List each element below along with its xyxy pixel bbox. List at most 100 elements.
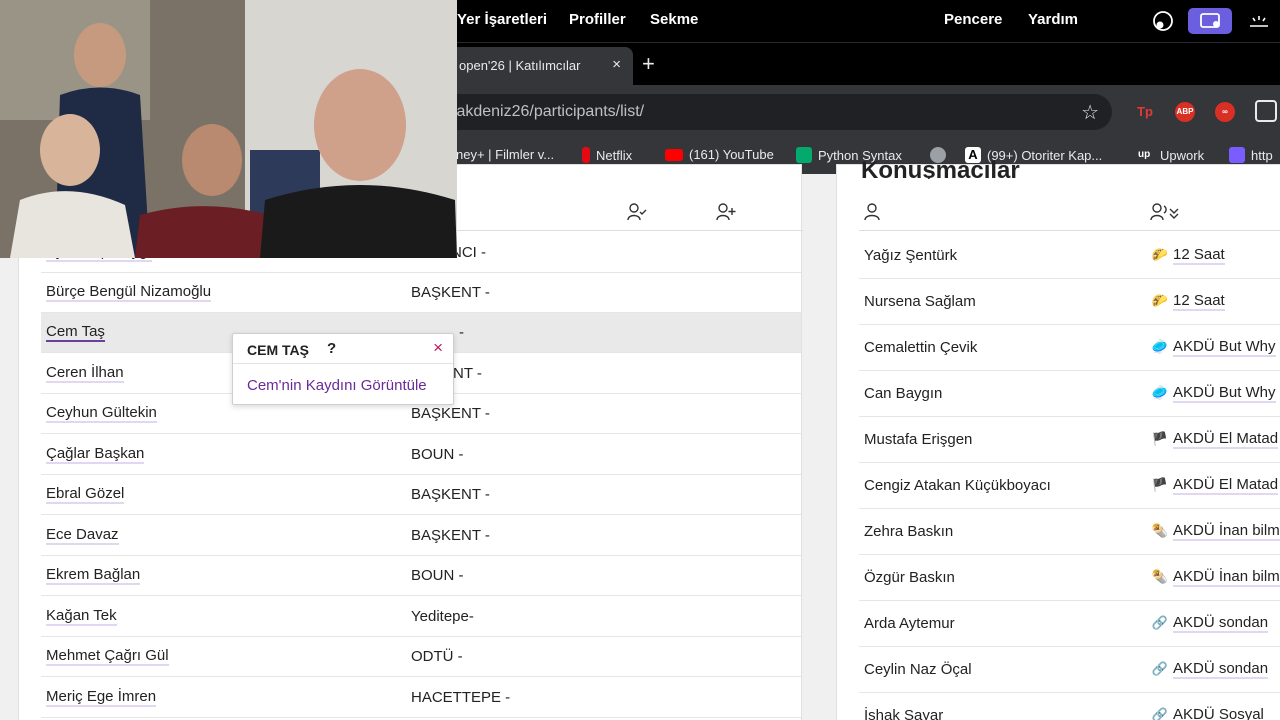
user-add-icon[interactable] <box>716 203 736 226</box>
speaker-row[interactable]: Mustafa Erişgen 🏴 AKDÜ El Matad <box>859 417 1280 463</box>
extensions-puzzle-icon[interactable] <box>1255 100 1277 122</box>
speaker-group[interactable]: 🔗 AKDÜ sondan <box>1151 661 1269 679</box>
speaker-group[interactable]: 🌮 12 Saat <box>1151 293 1225 311</box>
speaker-row[interactable]: Can Baygın 🥏 AKDÜ But Why <box>859 371 1280 417</box>
speaker-row[interactable]: Cemalettin Çevik 🥏 AKDÜ But Why <box>859 325 1280 371</box>
close-icon[interactable]: × <box>433 338 443 358</box>
menu-tab[interactable]: Sekme <box>650 11 698 28</box>
speaker-row[interactable]: Nursena Sağlam 🌮 12 Saat <box>859 279 1280 325</box>
bookmark-disney[interactable]: ney+ | Filmler v... <box>456 147 554 162</box>
speaker-group[interactable]: 🏴 AKDÜ El Matad <box>1151 477 1279 495</box>
group-label[interactable]: AKDÜ El Matad <box>1173 477 1279 495</box>
extension-adblock-icon[interactable]: ABP <box>1175 102 1195 122</box>
speaker-group[interactable]: 🥏 AKDÜ But Why <box>1151 339 1276 357</box>
new-tab-button[interactable]: + <box>642 51 655 77</box>
speaker-row[interactable]: Cengiz Atakan Küçükboyacı 🏴 AKDÜ El Matad <box>859 463 1280 509</box>
taco-icon: 🌮 <box>1151 247 1169 262</box>
participant-university: BOUN - <box>411 446 464 463</box>
speaker-row[interactable]: Zehra Baskın 🌯 AKDÜ İnan bilm <box>859 509 1280 555</box>
group-sort-icon[interactable] <box>1150 203 1184 226</box>
speaker-name: Zehra Baskın <box>864 523 954 540</box>
participant-university: BAŞKENT - <box>411 284 490 301</box>
table-row[interactable]: Ece Davaz BAŞKENT - <box>41 516 801 556</box>
speaker-group[interactable]: 🌯 AKDÜ İnan bilm <box>1151 569 1280 587</box>
netflix-icon <box>582 147 590 163</box>
burrito-icon: 🌯 <box>1151 569 1169 584</box>
participant-name[interactable]: Ceyhun Gültekin <box>46 405 157 423</box>
speaker-group[interactable]: 🔗 AKDÜ sondan <box>1151 615 1269 633</box>
group-label[interactable]: AKDÜ sondan <box>1173 661 1269 679</box>
menu-bookmarks[interactable]: Yer İşaretleri <box>457 11 547 28</box>
group-label[interactable]: AKDÜ İnan bilm <box>1173 569 1280 587</box>
screen: Yer İşaretleri Profiller Sekme Pencere Y… <box>0 0 1280 720</box>
vpn-status-icon[interactable] <box>1150 8 1176 34</box>
group-label[interactable]: AKDÜ Sosyal <box>1173 707 1264 720</box>
group-label[interactable]: 12 Saat <box>1173 293 1225 311</box>
participant-name[interactable]: Cem Taş <box>46 324 105 342</box>
view-record-link[interactable]: Cem'nin Kaydını Görüntüle <box>247 377 427 394</box>
bookmark-youtube[interactable]: (161) YouTube <box>665 147 774 162</box>
bookmark-label: Upwork <box>1160 147 1205 163</box>
participant-name[interactable]: Ece Davaz <box>46 527 119 545</box>
table-row[interactable]: Çağlar Başkan BOUN - <box>41 435 801 475</box>
bookmark-netflix[interactable]: Netflix <box>582 147 632 163</box>
group-label[interactable]: AKDÜ İnan bilm <box>1173 523 1280 541</box>
webcam-overlay <box>0 0 457 258</box>
table-row[interactable]: Kağan Tek Yeditepe- <box>41 597 801 637</box>
table-row[interactable]: Ekrem Bağlan BOUN - <box>41 556 801 596</box>
help-icon[interactable]: ? <box>327 340 336 357</box>
speaker-group[interactable]: 🏴 AKDÜ El Matad <box>1151 431 1279 449</box>
speaker-group[interactable]: 🥏 AKDÜ But Why <box>1151 385 1276 403</box>
table-row[interactable]: Meriç Ege İmren HACETTEPE - <box>41 678 801 718</box>
messenger-icon <box>1229 147 1245 163</box>
participant-university: BAŞKENT - <box>411 486 490 503</box>
participant-name[interactable]: Mehmet Çağrı Gül <box>46 648 169 666</box>
brightness-icon[interactable] <box>1246 8 1272 34</box>
table-row[interactable]: Bürçe Bengül Nizamoğlu BAŞKENT - <box>41 273 801 313</box>
participant-university: BAŞKENT - <box>411 405 490 422</box>
group-label[interactable]: AKDÜ sondan <box>1173 615 1269 633</box>
bookmark-label: ney+ | Filmler v... <box>456 147 555 162</box>
group-label[interactable]: AKDÜ But Why <box>1173 339 1276 357</box>
participant-name[interactable]: Ceren İlhan <box>46 365 124 383</box>
speaker-name: Mustafa Erişgen <box>864 431 973 448</box>
bookmark-upwork[interactable]: up Upwork <box>1138 147 1204 163</box>
speaker-group[interactable]: 🌮 12 Saat <box>1151 247 1225 265</box>
speaker-row[interactable]: İshak Sayar 🔗 AKDÜ Sosyal <box>859 693 1280 720</box>
bookmark-label: (161) YouTube <box>689 147 774 162</box>
speaker-row[interactable]: Yağız Şentürk 🌮 12 Saat <box>859 233 1280 279</box>
menu-profiles[interactable]: Profiller <box>569 11 626 28</box>
speaker-row[interactable]: Özgür Baskın 🌯 AKDÜ İnan bilm <box>859 555 1280 601</box>
tab-close-icon[interactable]: × <box>612 56 621 73</box>
participant-name[interactable]: Ebral Gözel <box>46 486 125 504</box>
participant-name[interactable]: Meriç Ege İmren <box>46 689 157 707</box>
speaker-name: Cemalettin Çevik <box>864 339 978 356</box>
extension-tp-icon[interactable]: Tp <box>1135 102 1155 122</box>
browser-tab-active[interactable]: open'26 | Katılımcılar × <box>445 47 633 86</box>
bookmark-http[interactable]: http <box>1229 147 1273 163</box>
taco-icon: 🌮 <box>1151 293 1169 308</box>
speaker-name: İshak Sayar <box>864 707 944 720</box>
screen-mirror-icon[interactable] <box>1188 8 1232 34</box>
popover-header: CEM TAŞ ? × <box>233 334 453 364</box>
address-bar[interactable]: /akdeniz26/participants/list/ ☆ <box>440 94 1112 130</box>
group-label[interactable]: AKDÜ El Matad <box>1173 431 1279 449</box>
group-label[interactable]: 12 Saat <box>1173 247 1225 265</box>
participant-name[interactable]: Çağlar Başkan <box>46 446 145 464</box>
user-check-icon[interactable] <box>627 203 647 226</box>
participant-name[interactable]: Bürçe Bengül Nizamoğlu <box>46 284 212 302</box>
table-row[interactable]: Ebral Gözel BAŞKENT - <box>41 475 801 515</box>
participant-name[interactable]: Kağan Tek <box>46 608 117 626</box>
speakers-title: Konuşmacılar <box>861 157 1020 179</box>
menu-help[interactable]: Yardım <box>1028 11 1078 28</box>
extension-infinity-icon[interactable]: ∞ <box>1215 102 1235 122</box>
group-label[interactable]: AKDÜ But Why <box>1173 385 1276 403</box>
table-row[interactable]: Mehmet Çağrı Gül ODTÜ - <box>41 637 801 677</box>
participant-name[interactable]: Ekrem Bağlan <box>46 567 141 585</box>
speaker-row[interactable]: Ceylin Naz Öçal 🔗 AKDÜ sondan <box>859 647 1280 693</box>
menu-window[interactable]: Pencere <box>944 11 1002 28</box>
speaker-group[interactable]: 🌯 AKDÜ İnan bilm <box>1151 523 1280 541</box>
bookmark-star-icon[interactable]: ☆ <box>1081 100 1099 125</box>
speaker-group[interactable]: 🔗 AKDÜ Sosyal <box>1151 707 1264 720</box>
speaker-row[interactable]: Arda Aytemur 🔗 AKDÜ sondan <box>859 601 1280 647</box>
